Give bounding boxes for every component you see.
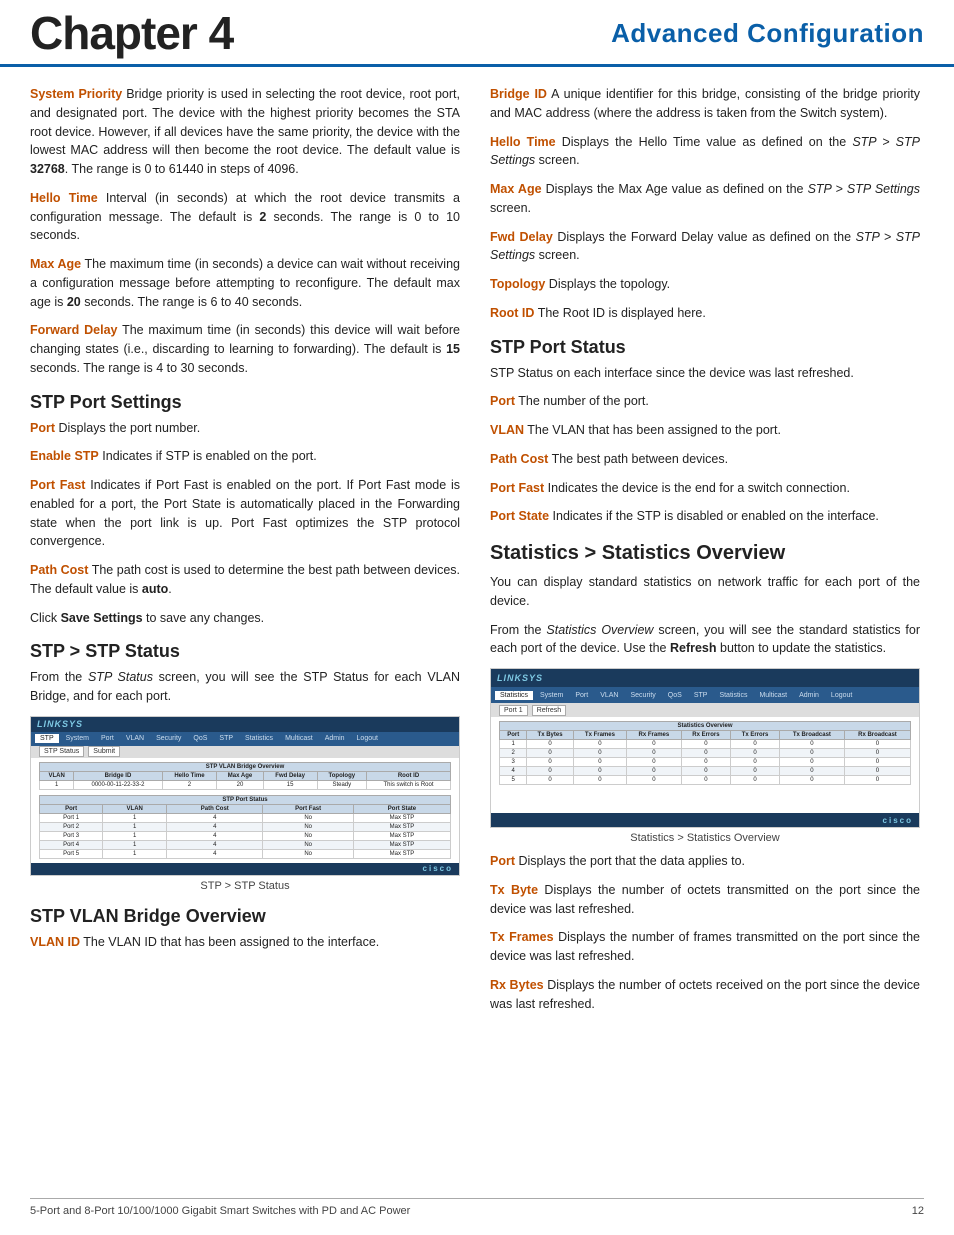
stp-status-heading: STP > STP Status [30,641,460,662]
footer-right: 12 [912,1205,924,1217]
statistics-screenshot: LINKSYS Statistics System Port VLAN Secu… [490,668,920,828]
max-age-right-para: Max Age Displays the Max Age value as de… [490,180,920,218]
ss-footer: cisco [31,863,459,875]
hello-time-para: Hello Time Interval (in seconds) at whic… [30,189,460,245]
port-state-para: Port State Indicates if the STP is disab… [490,507,920,526]
term-port: Port [30,421,55,435]
ss-body: STP VLAN Bridge Overview VLAN Bridge ID … [31,758,459,863]
right-column: Bridge ID A unique identifier for this b… [490,85,920,1023]
term-fwd-delay: Fwd Delay [490,230,553,244]
enable-stp-para: Enable STP Indicates if STP is enabled o… [30,447,460,466]
term-path-cost: Path Cost [30,563,88,577]
term-rx-bytes: Rx Bytes [490,978,544,992]
term-port-state: Port State [490,509,549,523]
term-port-fast-right: Port Fast [490,481,544,495]
max-age-para: Max Age The maximum time (in seconds) a … [30,255,460,311]
ss-stats-table: Statistics Overview Port Tx Bytes Tx Fra… [499,721,911,785]
statistics-caption: Statistics > Statistics Overview [490,832,920,844]
port-right-para: Port The number of the port. [490,392,920,411]
port-data-para: Port Displays the port that the data app… [490,852,920,871]
term-port-data: Port [490,854,515,868]
left-column: System Priority Bridge priority is used … [30,85,460,1023]
term-path-cost-right: Path Cost [490,452,548,466]
ss-stats-footer: cisco [491,813,919,827]
statistics-heading: Statistics > Statistics Overview [490,542,920,565]
page-header: Chapter 4 Advanced Configuration [0,0,954,67]
hello-time-right-para: Hello Time Displays the Hello Time value… [490,133,920,171]
term-tx-frames: Tx Frames [490,930,554,944]
term-max-age-right: Max Age [490,182,542,196]
statistics-intro: You can display standard statistics on n… [490,573,920,611]
section-title: Advanced Configuration [611,18,924,49]
stp-port-status-heading: STP Port Status [490,337,920,358]
path-cost-para: Path Cost The path cost is used to deter… [30,561,460,599]
term-enable-stp: Enable STP [30,449,99,463]
term-topology: Topology [490,277,545,291]
chapter-title: Chapter 4 [30,10,233,56]
stp-port-settings-heading: STP Port Settings [30,392,460,413]
ss-stats-subtab: Port 1 Refresh [491,703,919,717]
vlan-right-para: VLAN The VLAN that has been assigned to … [490,421,920,440]
content-area: System Priority Bridge priority is used … [0,85,954,1023]
system-priority-para: System Priority Bridge priority is used … [30,85,460,179]
bridge-id-para: Bridge ID A unique identifier for this b… [490,85,920,123]
page-footer: 5-Port and 8-Port 10/100/1000 Gigabit Sm… [30,1198,924,1217]
fwd-delay-para: Fwd Delay Displays the Forward Delay val… [490,228,920,266]
footer-left: 5-Port and 8-Port 10/100/1000 Gigabit Sm… [30,1205,410,1217]
term-port-right: Port [490,394,515,408]
cisco-logo-stats: cisco [883,816,913,825]
tx-frames-para: Tx Frames Displays the number of frames … [490,928,920,966]
ss-port-table: STP Port Status Port VLAN Path Cost Port… [39,795,451,859]
term-root-id: Root ID [490,306,534,320]
term-tx-byte: Tx Byte [490,883,538,897]
stp-port-status-intro: STP Status on each interface since the d… [490,364,920,383]
tx-byte-para: Tx Byte Displays the number of octets tr… [490,881,920,919]
ss-nav-stp: STP [35,734,59,743]
path-cost-right-para: Path Cost The best path between devices. [490,450,920,469]
ss-stats-body: Statistics Overview Port Tx Bytes Tx Fra… [491,717,919,813]
stp-status-screenshot: LINKSYS STP System Port VLAN Security Qo… [30,716,460,876]
ss-stats-topbar: LINKSYS [491,669,919,687]
cisco-logo: cisco [423,864,453,873]
term-port-fast: Port Fast [30,478,85,492]
save-settings-para: Click Save Settings to save any changes. [30,609,460,628]
port-fast-para: Port Fast Indicates if Port Fast is enab… [30,476,460,551]
term-max-age: Max Age [30,257,81,271]
term-vlan-id: VLAN ID [30,935,80,949]
ss-subtab: STP Status Submit [31,746,459,758]
ss-status-table: STP VLAN Bridge Overview VLAN Bridge ID … [39,762,451,790]
term-forward-delay: Forward Delay [30,323,117,337]
forward-delay-para: Forward Delay The maximum time (in secon… [30,321,460,377]
stp-vlan-heading: STP VLAN Bridge Overview [30,906,460,927]
port-para: Port Displays the port number. [30,419,460,438]
term-hello-time: Hello Time [30,191,98,205]
ss-nav: STP System Port VLAN Security QoS STP St… [31,732,459,746]
port-fast-right-para: Port Fast Indicates the device is the en… [490,479,920,498]
rx-bytes-para: Rx Bytes Displays the number of octets r… [490,976,920,1014]
vlan-id-para: VLAN ID The VLAN ID that has been assign… [30,933,460,952]
linksys-logo: LINKSYS [37,719,83,729]
term-hello-time-right: Hello Time [490,135,556,149]
root-id-para: Root ID The Root ID is displayed here. [490,304,920,323]
stp-status-intro: From the STP Status screen, you will see… [30,668,460,706]
statistics-body: From the Statistics Overview screen, you… [490,621,920,659]
term-system-priority: System Priority [30,87,122,101]
stp-status-caption: STP > STP Status [30,880,460,892]
ss-topbar: LINKSYS [31,717,459,732]
linksys-logo-stats: LINKSYS [497,673,543,683]
ss-stats-nav: Statistics System Port VLAN Security QoS… [491,687,919,703]
term-vlan-right: VLAN [490,423,524,437]
topology-para: Topology Displays the topology. [490,275,920,294]
term-bridge-id: Bridge ID [490,87,547,101]
